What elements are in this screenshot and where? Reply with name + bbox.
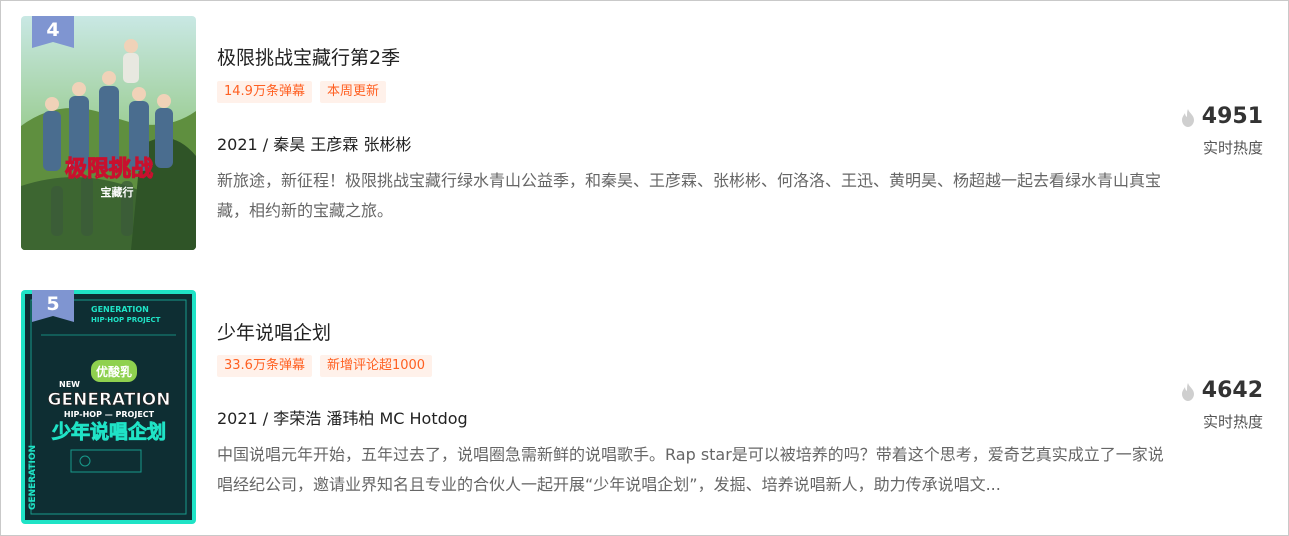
poster-subtitle-en: HIP-HOP — PROJECT [64, 410, 155, 419]
flame-icon [1180, 108, 1196, 127]
tag-danmaku: 14.9万条弹幕 [217, 81, 312, 103]
show-title[interactable]: 极限挑战宝藏行第2季 [217, 43, 400, 70]
poster-text-vertical: GENERATION [28, 445, 38, 510]
poster-text-top: GENERATION [91, 305, 149, 314]
show-description: 中国说唱元年开始，五年过去了，说唱圈急需新鲜的说唱歌手。Rap star是可以被… [217, 445, 1164, 494]
heat-label: 实时热度 [1202, 413, 1263, 431]
show-meta: 2021 / 李荣浩 潘玮柏 MC Hotdog [217, 409, 468, 428]
show-meta: 2021 / 秦昊 王彦霖 张彬彬 [217, 135, 412, 154]
tag-danmaku: 33.6万条弹幕 [217, 355, 312, 377]
heat-block: 4642 实时热度 [1163, 378, 1263, 432]
heat-block: 4951 实时热度 [1163, 104, 1263, 158]
rank-number: 5 [46, 293, 60, 315]
list-item[interactable]: GENERATION HIP·HOP PROJECT NEW 优酸乳 GENER… [21, 290, 1271, 526]
rank-badge: 5 [32, 290, 74, 326]
ranking-list: 极限挑战 宝藏行 4 极限挑战宝藏行第2季 14.9万条弹幕 本周更新 2021… [0, 0, 1289, 536]
tag-list: 14.9万条弹幕 本周更新 [217, 81, 386, 103]
poster-title-cn: 少年说唱企划 [51, 420, 166, 443]
tag-list: 33.6万条弹幕 新增评论超1000 [217, 355, 433, 377]
show-title[interactable]: 少年说唱企划 [217, 318, 331, 345]
tag-update: 本周更新 [319, 81, 386, 103]
tag-comments: 新增评论超1000 [319, 355, 433, 377]
heat-value: 4642 [1201, 378, 1263, 403]
rank-number: 4 [46, 19, 60, 41]
poster-logo-subtext: 宝藏行 [101, 185, 134, 199]
heat-label: 实时热度 [1202, 139, 1263, 157]
poster-text-top-sub: HIP·HOP PROJECT [91, 316, 161, 324]
rank-badge: 4 [32, 16, 74, 52]
poster-brand: 优酸乳 [96, 364, 132, 379]
flame-icon [1180, 382, 1196, 401]
poster-logo-text: 极限挑战 [65, 157, 153, 182]
list-item[interactable]: 极限挑战 宝藏行 4 极限挑战宝藏行第2季 14.9万条弹幕 本周更新 2021… [21, 16, 1271, 252]
heat-value: 4951 [1201, 104, 1263, 129]
poster-title-en: GENERATION [48, 390, 171, 410]
show-description: 新旅途，新征程！极限挑战宝藏行绿水青山公益季，和秦昊、王彦霖、张彬彬、何洛洛、王… [217, 171, 1162, 220]
poster-text-new: NEW [59, 380, 80, 389]
